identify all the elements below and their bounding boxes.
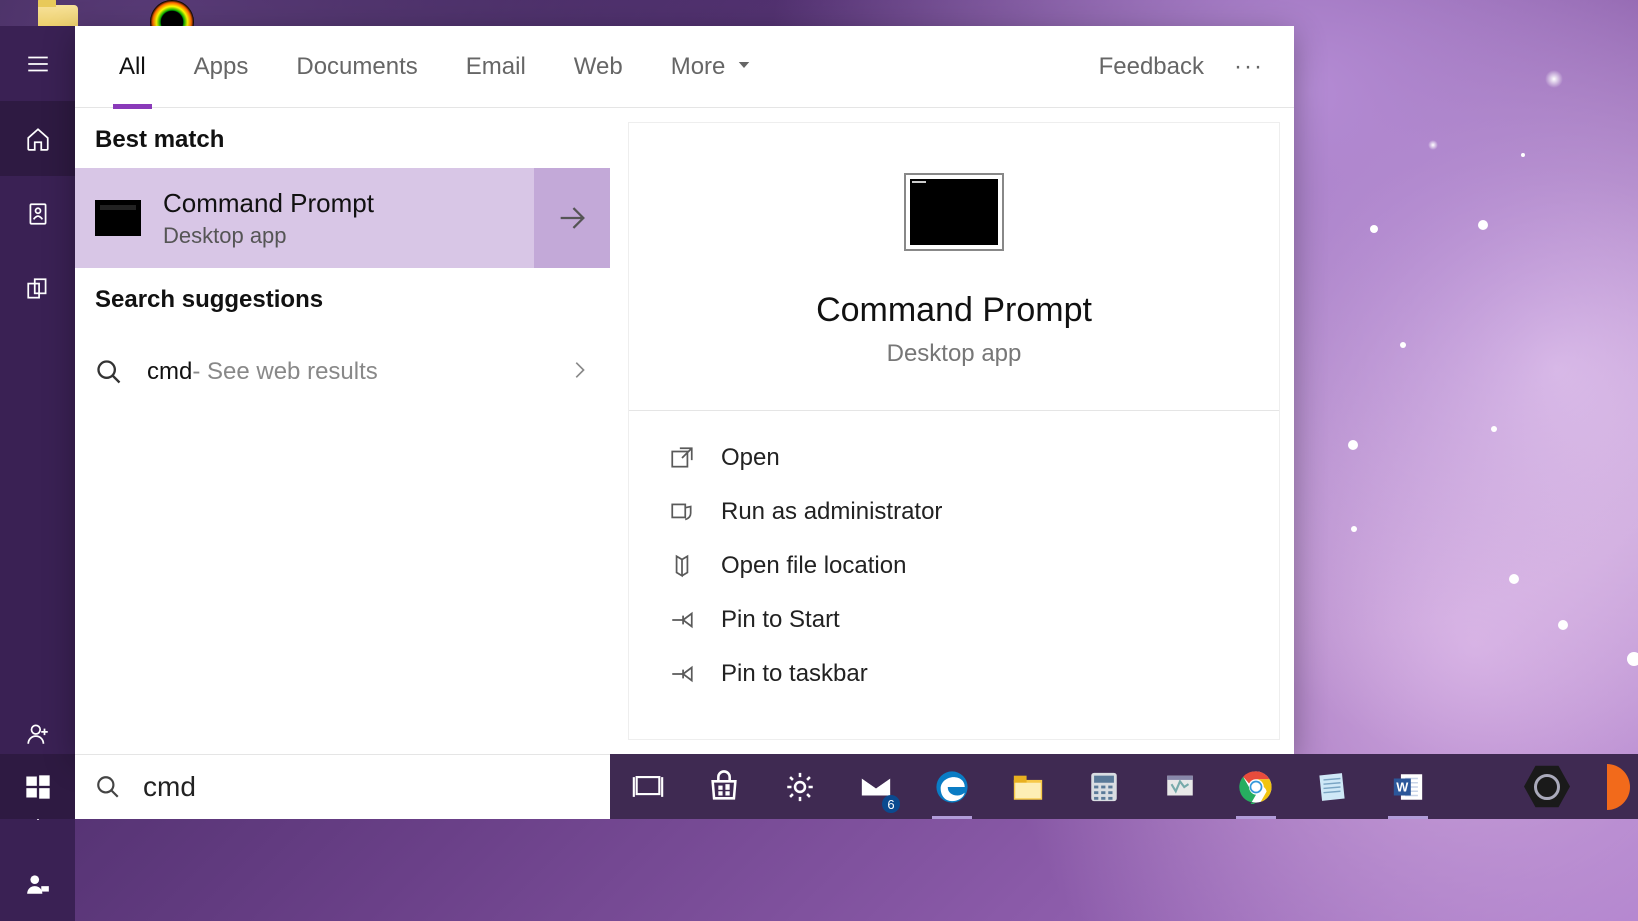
overflow-menu-button[interactable]: ···	[1224, 53, 1274, 81]
best-match-subtitle: Desktop app	[163, 223, 534, 249]
action-loc-label: Open file location	[721, 552, 906, 580]
chevron-right-icon	[568, 359, 590, 386]
home-button[interactable]	[0, 101, 75, 176]
pin-taskbar-icon	[669, 661, 695, 687]
windows-settings-button[interactable]	[772, 754, 828, 819]
profile-button[interactable]	[0, 846, 75, 921]
divider	[629, 410, 1279, 411]
preview-subtitle: Desktop app	[887, 340, 1022, 368]
best-match-expand-button[interactable]	[534, 168, 610, 268]
suggestion-term: cmd	[147, 358, 192, 386]
notepad-button[interactable]	[1304, 754, 1360, 819]
action-open-location[interactable]: Open file location	[669, 539, 1239, 593]
store-button[interactable]	[696, 754, 752, 819]
edge-button[interactable]	[924, 754, 980, 819]
action-admin-label: Run as administrator	[721, 498, 942, 526]
preview-title: Command Prompt	[816, 291, 1092, 330]
feedback-link[interactable]: Feedback	[1079, 53, 1224, 81]
mail-badge: 6	[882, 795, 900, 813]
suggestions-label: Search suggestions	[75, 268, 610, 328]
tab-more-label: More	[671, 53, 726, 81]
steam-button[interactable]	[1524, 764, 1570, 810]
action-open-label: Open	[721, 444, 780, 472]
svg-text:W: W	[1396, 779, 1409, 794]
calculator-button[interactable]	[1076, 754, 1132, 819]
hamburger-button[interactable]	[0, 26, 75, 101]
tab-web[interactable]: Web	[550, 26, 647, 108]
action-pin-start[interactable]: Pin to Start	[669, 593, 1239, 647]
best-match-label: Best match	[75, 108, 610, 168]
chrome-button[interactable]	[1228, 754, 1284, 819]
tab-more[interactable]: More	[647, 26, 778, 108]
pin-icon	[669, 607, 695, 633]
action-run-admin[interactable]: Run as administrator	[669, 485, 1239, 539]
search-icon	[95, 358, 123, 386]
tab-apps[interactable]: Apps	[170, 26, 273, 108]
suggestion-rest: - See web results	[192, 358, 377, 386]
search-icon	[95, 774, 121, 800]
cmd-tile-icon	[95, 200, 141, 236]
start-button[interactable]	[0, 754, 75, 819]
taskview-button[interactable]	[620, 754, 676, 819]
action-pintask-label: Pin to taskbar	[721, 660, 868, 688]
taskbar-right	[1455, 754, 1638, 819]
preview-pane: Command Prompt Desktop app Open Run as a…	[628, 122, 1280, 740]
chevron-down-icon	[735, 53, 753, 81]
paint-button[interactable]	[1152, 754, 1208, 819]
action-pin-taskbar[interactable]: Pin to taskbar	[669, 647, 1239, 701]
tab-documents[interactable]: Documents	[272, 26, 441, 108]
suggestion-web-cmd[interactable]: cmd - See web results	[75, 328, 610, 416]
shield-icon	[669, 499, 695, 525]
tab-all[interactable]: All	[95, 26, 170, 108]
best-match-item[interactable]: Command Prompt Desktop app	[75, 168, 610, 268]
filter-tabs: All Apps Documents Email Web More Feedba…	[75, 26, 1294, 108]
action-pinstart-label: Pin to Start	[721, 606, 840, 634]
search-input[interactable]	[143, 771, 590, 803]
taskbar-search-box[interactable]	[75, 754, 610, 819]
collections-button[interactable]	[0, 251, 75, 326]
explorer-button[interactable]	[1000, 754, 1056, 819]
preview-app-icon	[904, 173, 1004, 251]
mail-button[interactable]: 6	[848, 754, 904, 819]
open-icon	[669, 445, 695, 471]
results-column: Best match Command Prompt Desktop app Se…	[75, 108, 610, 754]
origin-button[interactable]	[1584, 764, 1630, 810]
taskbar: 6 W	[610, 754, 1455, 819]
word-button[interactable]: W	[1380, 754, 1436, 819]
folder-icon	[669, 553, 695, 579]
search-panel: All Apps Documents Email Web More Feedba…	[75, 26, 1294, 754]
action-open[interactable]: Open	[669, 431, 1239, 485]
tab-email[interactable]: Email	[442, 26, 550, 108]
notebook-button[interactable]	[0, 176, 75, 251]
preview-actions: Open Run as administrator Open file loca…	[629, 431, 1279, 701]
best-match-title: Command Prompt	[163, 188, 534, 219]
